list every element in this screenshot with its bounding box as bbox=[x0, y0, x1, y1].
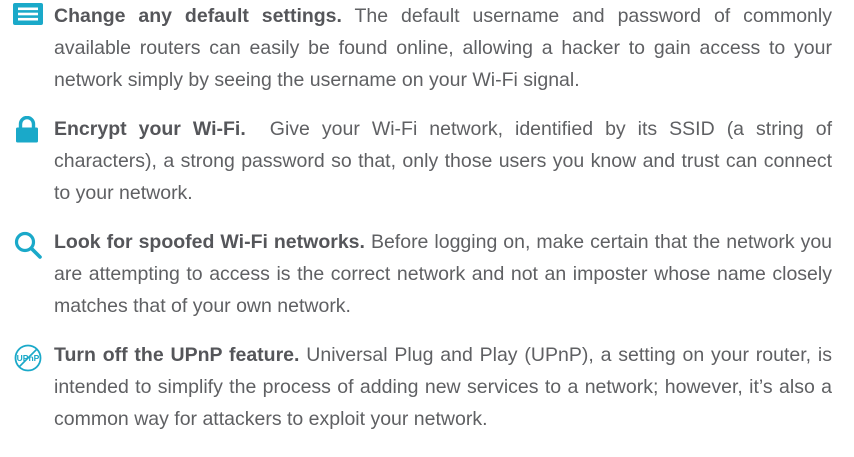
tip-heading: Look for spoofed Wi-Fi networks. bbox=[54, 231, 365, 253]
lock-icon bbox=[15, 116, 39, 143]
security-tips-list: Change any default settings. The default… bbox=[0, 0, 854, 452]
search-icon bbox=[14, 231, 42, 259]
tip-text: Change any default settings. The default… bbox=[54, 0, 832, 96]
tip-spoofed-networks: Look for spoofed Wi-Fi networks. Before … bbox=[0, 226, 854, 322]
tip-text: Turn off the UPnP feature. Universal Plu… bbox=[54, 339, 832, 435]
tip-upnp: UPnP Turn off the UPnP feature. Universa… bbox=[0, 339, 854, 435]
svg-text:UPnP: UPnP bbox=[17, 353, 40, 363]
tip-text: Encrypt your Wi-Fi. Give your Wi-Fi netw… bbox=[54, 113, 832, 209]
tip-heading: Encrypt your Wi-Fi. bbox=[54, 118, 246, 140]
tip-default-settings: Change any default settings. The default… bbox=[0, 0, 854, 96]
tip-encrypt-wifi: Encrypt your Wi-Fi. Give your Wi-Fi netw… bbox=[0, 113, 854, 209]
tip-heading: Turn off the UPnP feature. bbox=[54, 344, 300, 366]
upnp-disabled-icon: UPnP bbox=[14, 344, 42, 372]
tip-text: Look for spoofed Wi-Fi networks. Before … bbox=[54, 226, 832, 322]
list-icon bbox=[13, 3, 43, 25]
tip-heading: Change any default settings. bbox=[54, 5, 342, 27]
